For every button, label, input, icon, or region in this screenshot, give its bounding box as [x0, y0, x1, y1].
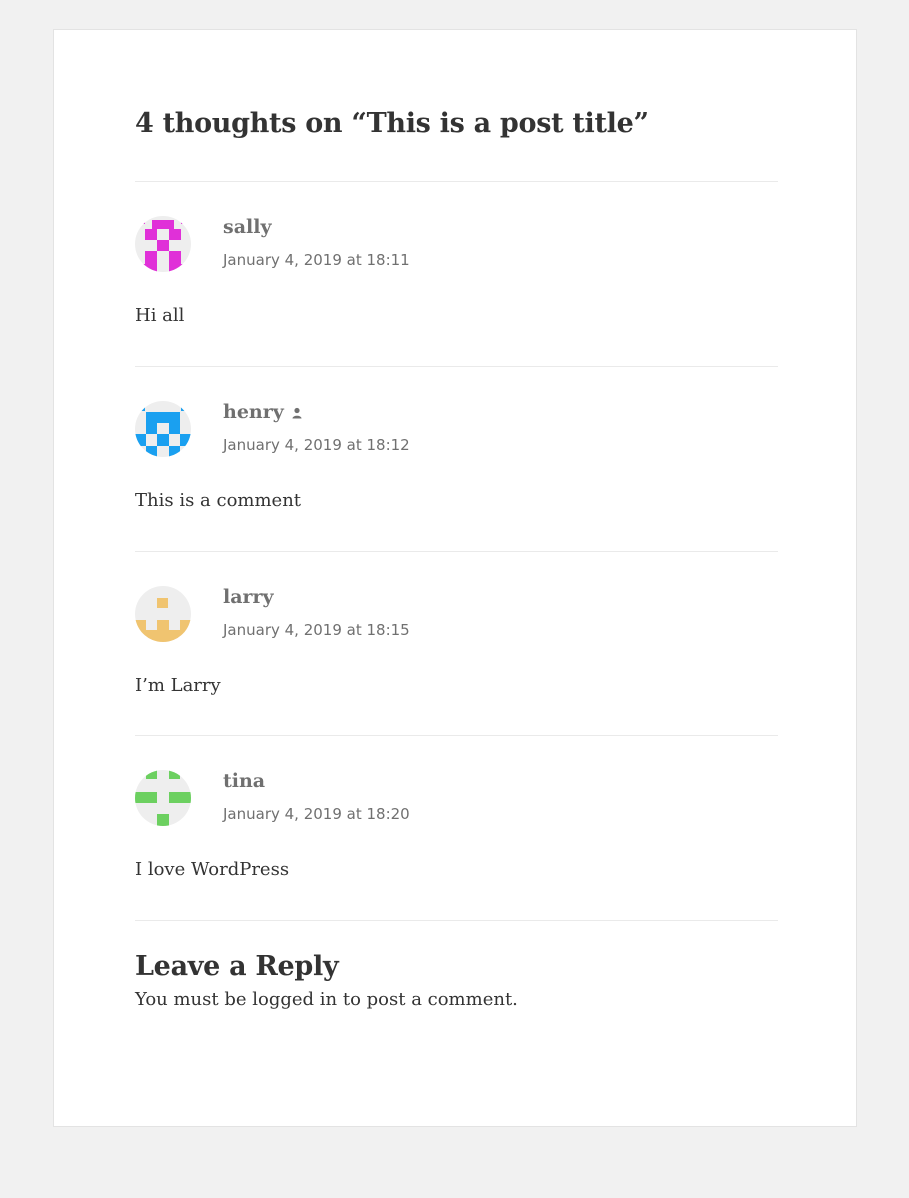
comment-author-link[interactable]: henry	[223, 401, 302, 424]
notice-prefix: You must be	[135, 989, 253, 1010]
identicon-larry	[135, 586, 191, 642]
content-card: 4 thoughts on “This is a post title” sal…	[53, 29, 857, 1127]
identicon-sally	[135, 216, 191, 272]
avatar	[135, 401, 191, 457]
comment-date-link[interactable]: January 4, 2019 at 18:20	[223, 805, 410, 823]
comments-title: 4 thoughts on “This is a post title”	[135, 108, 649, 139]
avatar	[135, 770, 191, 826]
comment-text: I’m Larry	[135, 675, 221, 696]
divider	[135, 920, 778, 921]
comment-item: henry January 4, 2019 at 18:12 This is a…	[135, 367, 778, 551]
comment-author-link[interactable]: tina	[223, 770, 265, 792]
comment-item: sally January 4, 2019 at 18:11 Hi all	[135, 182, 778, 366]
avatar	[135, 216, 191, 272]
person-icon	[292, 402, 302, 424]
comment-item: tina January 4, 2019 at 18:20 I love Wor…	[135, 736, 778, 920]
comment-date-link[interactable]: January 4, 2019 at 18:15	[223, 621, 410, 639]
comment-text: This is a comment	[135, 490, 302, 511]
reply-title: Leave a Reply	[135, 951, 339, 982]
comment-text: Hi all	[135, 305, 185, 326]
login-link[interactable]: logged in	[252, 989, 337, 1010]
comment-author-name: henry	[223, 401, 284, 423]
comment-date-link[interactable]: January 4, 2019 at 18:12	[223, 436, 410, 454]
login-required-notice: You must be logged in to post a comment.	[135, 989, 518, 1010]
notice-suffix: to post a comment.	[337, 989, 518, 1010]
comment-author-link[interactable]: sally	[223, 216, 271, 238]
comment-author-link[interactable]: larry	[223, 586, 274, 608]
identicon-tina	[135, 770, 191, 826]
comment-date-link[interactable]: January 4, 2019 at 18:11	[223, 251, 410, 269]
avatar	[135, 586, 191, 642]
comment-item: larry January 4, 2019 at 18:15 I’m Larry	[135, 552, 778, 736]
comment-text: I love WordPress	[135, 859, 290, 880]
identicon-henry	[135, 401, 191, 457]
